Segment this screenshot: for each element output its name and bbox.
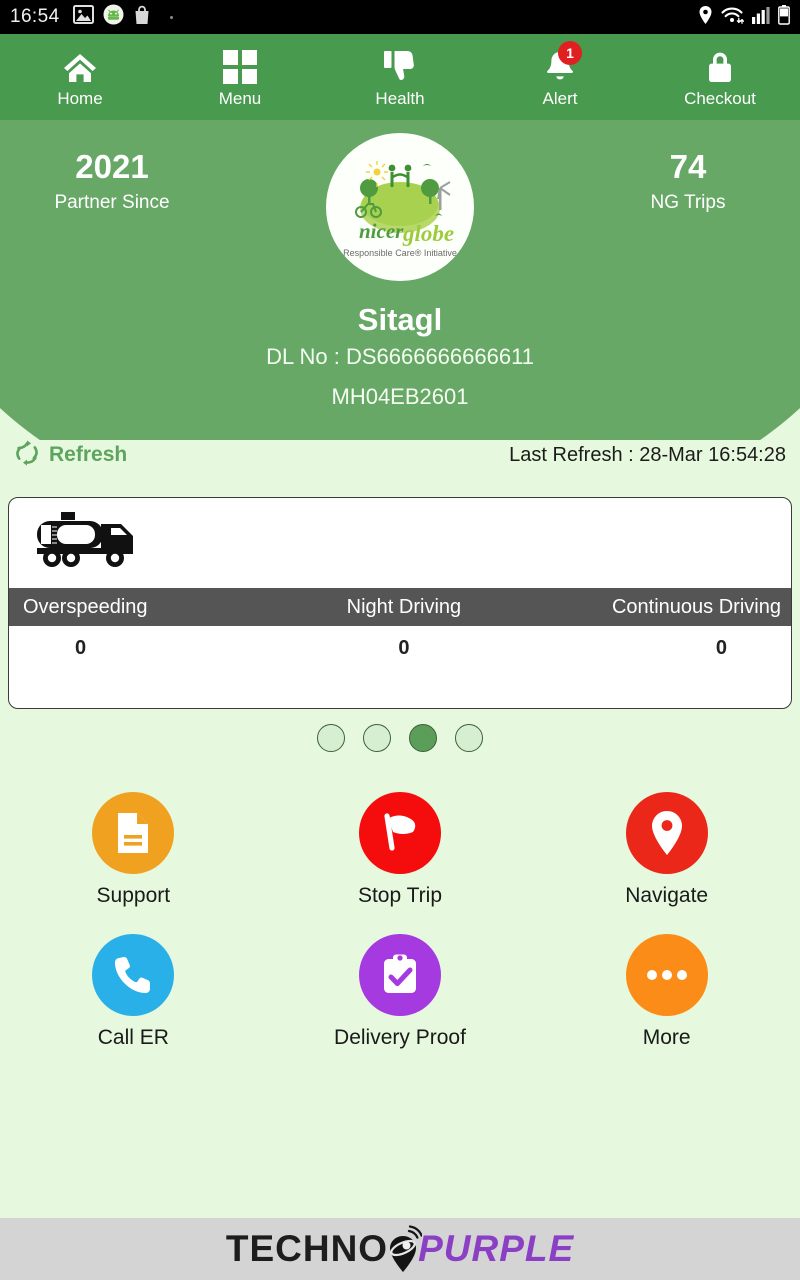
refresh-label: Refresh — [49, 443, 128, 466]
action-label-navigate: Navigate — [625, 884, 709, 907]
bell-icon: 1 — [544, 40, 582, 84]
action-stop-trip[interactable]: Stop Trip — [267, 792, 534, 908]
nav-label-health: Health — [375, 88, 425, 108]
nav-label-alert: Alert — [542, 88, 578, 108]
action-navigate[interactable]: Navigate — [533, 792, 800, 908]
location-pin-icon — [698, 5, 713, 30]
refresh-row: Refresh Last Refresh : 28-Mar 16:54:28 — [0, 434, 800, 476]
action-grid: Support Stop Trip Navigate Call ER Deliv — [0, 792, 800, 1050]
battery-icon — [778, 4, 790, 30]
map-pin-icon — [625, 792, 708, 874]
top-navigation-bar: Home Menu Health 1 Alert Checkout — [0, 34, 800, 120]
vehicle-number: MH04EB2601 — [331, 384, 469, 409]
partner-since-label: Partner Since — [54, 191, 170, 213]
svg-text:globe: globe — [402, 221, 454, 246]
column-header-continuous-driving: Continuous Driving — [611, 595, 781, 618]
refresh-button[interactable]: Refresh — [14, 439, 128, 471]
pagination-dot-4[interactable] — [455, 724, 483, 752]
action-more[interactable]: More — [533, 934, 800, 1050]
value-continuous-driving: 0 — [715, 636, 727, 659]
value-overspeeding: 0 — [75, 636, 87, 659]
svg-text:nicer: nicer — [359, 219, 404, 243]
clipboard-check-icon — [358, 934, 441, 1016]
action-call-er[interactable]: Call ER — [0, 934, 267, 1050]
nicerglobe-logo[interactable]: nicer globe Responsible Care® Initiative — [326, 133, 474, 281]
ellipsis-icon — [625, 934, 708, 1016]
wifi-icon — [721, 5, 745, 30]
refresh-icon — [14, 439, 40, 471]
app-screen: 16:54 Home Menu Health 1 Alert Checkout … — [0, 0, 800, 1280]
nav-item-health[interactable]: Health — [320, 34, 480, 120]
carousel-pagination — [0, 724, 800, 752]
status-bar: 16:54 — [0, 0, 800, 34]
action-delivery-proof[interactable]: Delivery Proof — [267, 934, 534, 1050]
stat-ng-trips: 74 NG Trips — [598, 148, 778, 214]
status-bar-clock: 16:54 — [10, 6, 60, 27]
action-label-call-er: Call ER — [97, 1026, 169, 1049]
nav-label-checkout: Checkout — [684, 88, 756, 108]
nav-label-menu: Menu — [218, 88, 262, 108]
footer-branding-bar: TECHNO PURPLE — [0, 1218, 800, 1280]
alert-badge-count: 1 — [558, 40, 582, 65]
brand-purple-text: PURPLE — [418, 1228, 575, 1269]
nav-item-alert[interactable]: 1 Alert — [480, 34, 640, 120]
nav-item-menu[interactable]: Menu — [160, 34, 320, 120]
document-icon — [92, 792, 175, 874]
tanker-truck-icon — [35, 510, 147, 577]
trip-stats-header: Overspeeding Night Driving Continuous Dr… — [9, 588, 791, 626]
trip-stats-row: 0 0 0 — [9, 626, 791, 670]
ng-trips-value: 74 — [669, 148, 707, 185]
nav-item-home[interactable]: Home — [0, 34, 160, 120]
pagination-dot-3[interactable] — [409, 724, 437, 752]
image-icon — [72, 5, 94, 29]
svg-text:Responsible Care® Initiative: Responsible Care® Initiative — [343, 248, 457, 258]
signal-bars-icon — [752, 6, 770, 29]
action-label-support: Support — [96, 884, 171, 907]
pagination-dot-2[interactable] — [363, 724, 391, 752]
column-header-overspeeding: Overspeeding — [23, 595, 148, 618]
techno-pin-icon — [384, 1224, 423, 1274]
action-label-delivery-proof: Delivery Proof — [334, 1026, 466, 1049]
ng-trips-label: NG Trips — [650, 191, 726, 213]
profile-hero: 2021 Partner Since 74 NG Trips nicer glo… — [0, 120, 800, 440]
thumbs-down-icon — [384, 48, 416, 84]
phone-icon — [92, 934, 175, 1016]
value-night-driving: 0 — [398, 636, 410, 659]
nav-label-home: Home — [57, 88, 103, 108]
stat-partner-since: 2021 Partner Since — [22, 148, 202, 214]
action-label-stop-trip: Stop Trip — [357, 884, 443, 907]
nav-item-checkout[interactable]: Checkout — [640, 34, 800, 120]
brand-techno-text: TECHNO — [225, 1228, 389, 1269]
last-refresh-timestamp: Last Refresh : 28-Mar 16:54:28 — [509, 443, 786, 466]
technopurple-logo: TECHNO PURPLE — [226, 1224, 574, 1274]
android-avatar-icon — [103, 4, 124, 30]
action-support[interactable]: Support — [0, 792, 267, 908]
flag-icon — [358, 792, 441, 874]
driver-name: Sitagl — [357, 302, 443, 337]
column-header-night-driving: Night Driving — [346, 595, 462, 618]
action-label-more: More — [642, 1026, 691, 1049]
trip-summary-card[interactable]: Overspeeding Night Driving Continuous Dr… — [8, 497, 792, 709]
partner-since-value: 2021 — [75, 148, 149, 185]
pagination-dot-1[interactable] — [317, 724, 345, 752]
card-vehicle-row — [9, 498, 791, 588]
status-extra-dot — [169, 15, 173, 19]
driver-license-number: DL No : DS6666666666611 — [266, 344, 534, 369]
grid-icon — [223, 48, 257, 84]
lock-icon — [705, 48, 735, 84]
shopping-bag-icon — [133, 5, 151, 30]
home-icon — [62, 48, 98, 84]
